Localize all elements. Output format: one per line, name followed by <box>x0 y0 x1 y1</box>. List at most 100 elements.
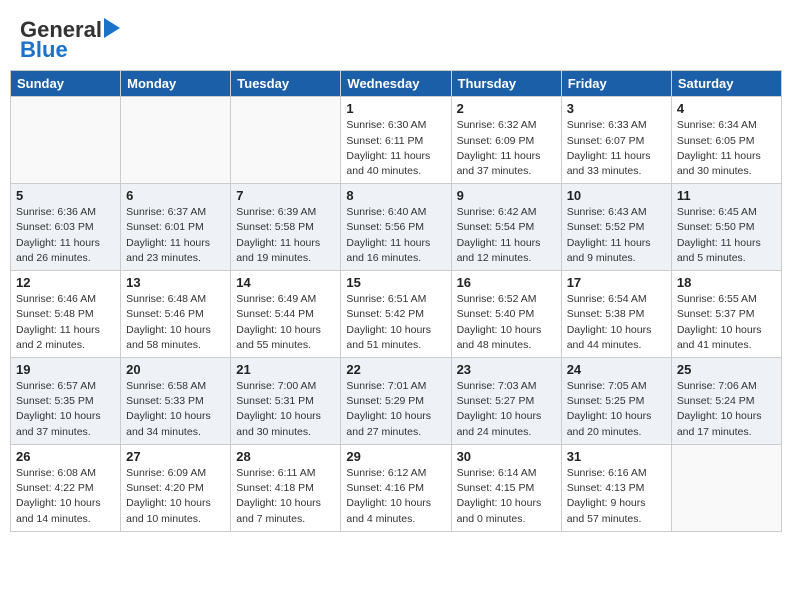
day-number: 3 <box>567 101 666 116</box>
calendar-cell: 3Sunrise: 6:33 AM Sunset: 6:07 PM Daylig… <box>561 97 671 184</box>
calendar-cell: 18Sunrise: 6:55 AM Sunset: 5:37 PM Dayli… <box>671 271 781 358</box>
day-info: Sunrise: 6:55 AM Sunset: 5:37 PM Dayligh… <box>677 292 776 353</box>
day-number: 2 <box>457 101 556 116</box>
day-number: 31 <box>567 449 666 464</box>
week-row-2: 5 Sunrise: 6:36 AM Sunset: 6:03 PM Daylig… <box>11 184 782 271</box>
day-number: 13 <box>126 275 225 290</box>
day-number: 24 <box>567 362 666 377</box>
day-number: 17 <box>567 275 666 290</box>
day-number: 16 <box>457 275 556 290</box>
calendar-cell: 30 Sunrise: 6:14 AM Sunset: 4:15 PM Dayli… <box>451 444 561 531</box>
weekday-header-monday: Monday <box>121 71 231 97</box>
weekday-header-tuesday: Tuesday <box>231 71 341 97</box>
day-number: 6 <box>126 188 225 203</box>
day-number: 4 <box>677 101 776 116</box>
day-number: 19 <box>16 362 115 377</box>
day-info: Sunrise: 6:34 AM Sunset: 6:05 PM Dayligh… <box>677 118 776 179</box>
calendar-table: SundayMondayTuesdayWednesdayThursdayFrid… <box>10 70 782 531</box>
calendar-cell: 14 Sunrise: 6:49 AM Sunset: 5:44 PM Dayli… <box>231 271 341 358</box>
day-info: Sunrise: 7:06 AM Sunset: 5:24 PM Dayligh… <box>677 379 776 440</box>
weekday-header-sunday: Sunday <box>11 71 121 97</box>
day-number: 29 <box>346 449 445 464</box>
calendar-cell: 25 Sunrise: 7:06 AM Sunset: 5:24 PM Dayli… <box>671 358 781 445</box>
page-header: General Blue <box>10 10 782 66</box>
day-info: Sunrise: 7:03 AM Sunset: 5:27 PM Dayligh… <box>457 379 556 440</box>
day-number: 7 <box>236 188 335 203</box>
calendar-cell: 8 Sunrise: 6:40 AM Sunset: 5:56 PM Daylig… <box>341 184 451 271</box>
calendar-cell: 10 Sunrise: 6:43 AM Sunset: 5:52 PM Dayli… <box>561 184 671 271</box>
day-number: 10 <box>567 188 666 203</box>
day-number: 20 <box>126 362 225 377</box>
day-number: 26 <box>16 449 115 464</box>
day-info: Sunrise: 6:30 AM Sunset: 6:11 PM Dayligh… <box>346 118 445 179</box>
day-number: 28 <box>236 449 335 464</box>
day-info: Sunrise: 6:45 AM Sunset: 5:50 PM Dayligh… <box>677 205 776 266</box>
day-info: Sunrise: 6:49 AM Sunset: 5:44 PM Dayligh… <box>236 292 335 353</box>
day-number: 8 <box>346 188 445 203</box>
calendar-cell <box>11 97 121 184</box>
day-number: 30 <box>457 449 556 464</box>
calendar-cell: 12Sunrise: 6:46 AM Sunset: 5:48 PM Dayli… <box>11 271 121 358</box>
calendar-cell: 13Sunrise: 6:48 AM Sunset: 5:46 PM Dayli… <box>121 271 231 358</box>
calendar-cell: 29 Sunrise: 6:12 AM Sunset: 4:16 PM Dayli… <box>341 444 451 531</box>
calendar-cell: 15 Sunrise: 6:51 AM Sunset: 5:42 PM Dayli… <box>341 271 451 358</box>
day-info: Sunrise: 6:37 AM Sunset: 6:01 PM Dayligh… <box>126 205 225 266</box>
day-info: Sunrise: 7:00 AM Sunset: 5:31 PM Dayligh… <box>236 379 335 440</box>
weekday-header-saturday: Saturday <box>671 71 781 97</box>
calendar-cell: 24Sunrise: 7:05 AM Sunset: 5:25 PM Dayli… <box>561 358 671 445</box>
day-info: Sunrise: 6:42 AM Sunset: 5:54 PM Dayligh… <box>457 205 556 266</box>
calendar-cell: 9 Sunrise: 6:42 AM Sunset: 5:54 PM Daylig… <box>451 184 561 271</box>
calendar-cell: 26 Sunrise: 6:08 AM Sunset: 4:22 PM Dayli… <box>11 444 121 531</box>
day-number: 15 <box>346 275 445 290</box>
day-number: 25 <box>677 362 776 377</box>
day-number: 22 <box>346 362 445 377</box>
day-info: Sunrise: 6:11 AM Sunset: 4:18 PM Dayligh… <box>236 466 335 527</box>
week-row-3: 12Sunrise: 6:46 AM Sunset: 5:48 PM Dayli… <box>11 271 782 358</box>
week-row-4: 19 Sunrise: 6:57 AM Sunset: 5:35 PM Dayli… <box>11 358 782 445</box>
day-number: 14 <box>236 275 335 290</box>
day-number: 12 <box>16 275 115 290</box>
day-info: Sunrise: 6:57 AM Sunset: 5:35 PM Dayligh… <box>16 379 115 440</box>
day-info: Sunrise: 6:09 AM Sunset: 4:20 PM Dayligh… <box>126 466 225 527</box>
week-row-5: 26 Sunrise: 6:08 AM Sunset: 4:22 PM Dayli… <box>11 444 782 531</box>
weekday-header-row: SundayMondayTuesdayWednesdayThursdayFrid… <box>11 71 782 97</box>
day-info: Sunrise: 6:52 AM Sunset: 5:40 PM Dayligh… <box>457 292 556 353</box>
calendar-cell: 16 Sunrise: 6:52 AM Sunset: 5:40 PM Dayli… <box>451 271 561 358</box>
calendar-cell: 20 Sunrise: 6:58 AM Sunset: 5:33 PM Dayli… <box>121 358 231 445</box>
day-number: 9 <box>457 188 556 203</box>
day-number: 1 <box>346 101 445 116</box>
day-info: Sunrise: 7:01 AM Sunset: 5:29 PM Dayligh… <box>346 379 445 440</box>
calendar-cell <box>231 97 341 184</box>
calendar-cell: 6 Sunrise: 6:37 AM Sunset: 6:01 PM Daylig… <box>121 184 231 271</box>
day-info: Sunrise: 6:16 AM Sunset: 4:13 PM Dayligh… <box>567 466 666 527</box>
day-info: Sunrise: 6:36 AM Sunset: 6:03 PM Dayligh… <box>16 205 115 266</box>
logo-arrow-icon <box>104 18 124 38</box>
day-info: Sunrise: 6:12 AM Sunset: 4:16 PM Dayligh… <box>346 466 445 527</box>
day-info: Sunrise: 6:14 AM Sunset: 4:15 PM Dayligh… <box>457 466 556 527</box>
day-info: Sunrise: 6:08 AM Sunset: 4:22 PM Dayligh… <box>16 466 115 527</box>
calendar-cell: 1 Sunrise: 6:30 AM Sunset: 6:11 PM Daylig… <box>341 97 451 184</box>
day-number: 27 <box>126 449 225 464</box>
calendar-cell: 7 Sunrise: 6:39 AM Sunset: 5:58 PM Daylig… <box>231 184 341 271</box>
calendar-cell: 21 Sunrise: 7:00 AM Sunset: 5:31 PM Dayli… <box>231 358 341 445</box>
day-info: Sunrise: 6:51 AM Sunset: 5:42 PM Dayligh… <box>346 292 445 353</box>
weekday-header-wednesday: Wednesday <box>341 71 451 97</box>
day-info: Sunrise: 6:54 AM Sunset: 5:38 PM Dayligh… <box>567 292 666 353</box>
calendar-cell: 11Sunrise: 6:45 AM Sunset: 5:50 PM Dayli… <box>671 184 781 271</box>
weekday-header-friday: Friday <box>561 71 671 97</box>
calendar-cell: 19 Sunrise: 6:57 AM Sunset: 5:35 PM Dayli… <box>11 358 121 445</box>
calendar-cell: 2 Sunrise: 6:32 AM Sunset: 6:09 PM Daylig… <box>451 97 561 184</box>
calendar-cell: 31 Sunrise: 6:16 AM Sunset: 4:13 PM Dayli… <box>561 444 671 531</box>
calendar-cell <box>121 97 231 184</box>
calendar-cell: 22 Sunrise: 7:01 AM Sunset: 5:29 PM Dayli… <box>341 358 451 445</box>
day-info: Sunrise: 6:40 AM Sunset: 5:56 PM Dayligh… <box>346 205 445 266</box>
day-info: Sunrise: 6:58 AM Sunset: 5:33 PM Dayligh… <box>126 379 225 440</box>
calendar-cell: 28 Sunrise: 6:11 AM Sunset: 4:18 PM Dayli… <box>231 444 341 531</box>
weekday-header-thursday: Thursday <box>451 71 561 97</box>
day-number: 5 <box>16 188 115 203</box>
day-info: Sunrise: 6:43 AM Sunset: 5:52 PM Dayligh… <box>567 205 666 266</box>
day-info: Sunrise: 6:39 AM Sunset: 5:58 PM Dayligh… <box>236 205 335 266</box>
day-number: 21 <box>236 362 335 377</box>
day-info: Sunrise: 6:32 AM Sunset: 6:09 PM Dayligh… <box>457 118 556 179</box>
calendar-cell <box>671 444 781 531</box>
